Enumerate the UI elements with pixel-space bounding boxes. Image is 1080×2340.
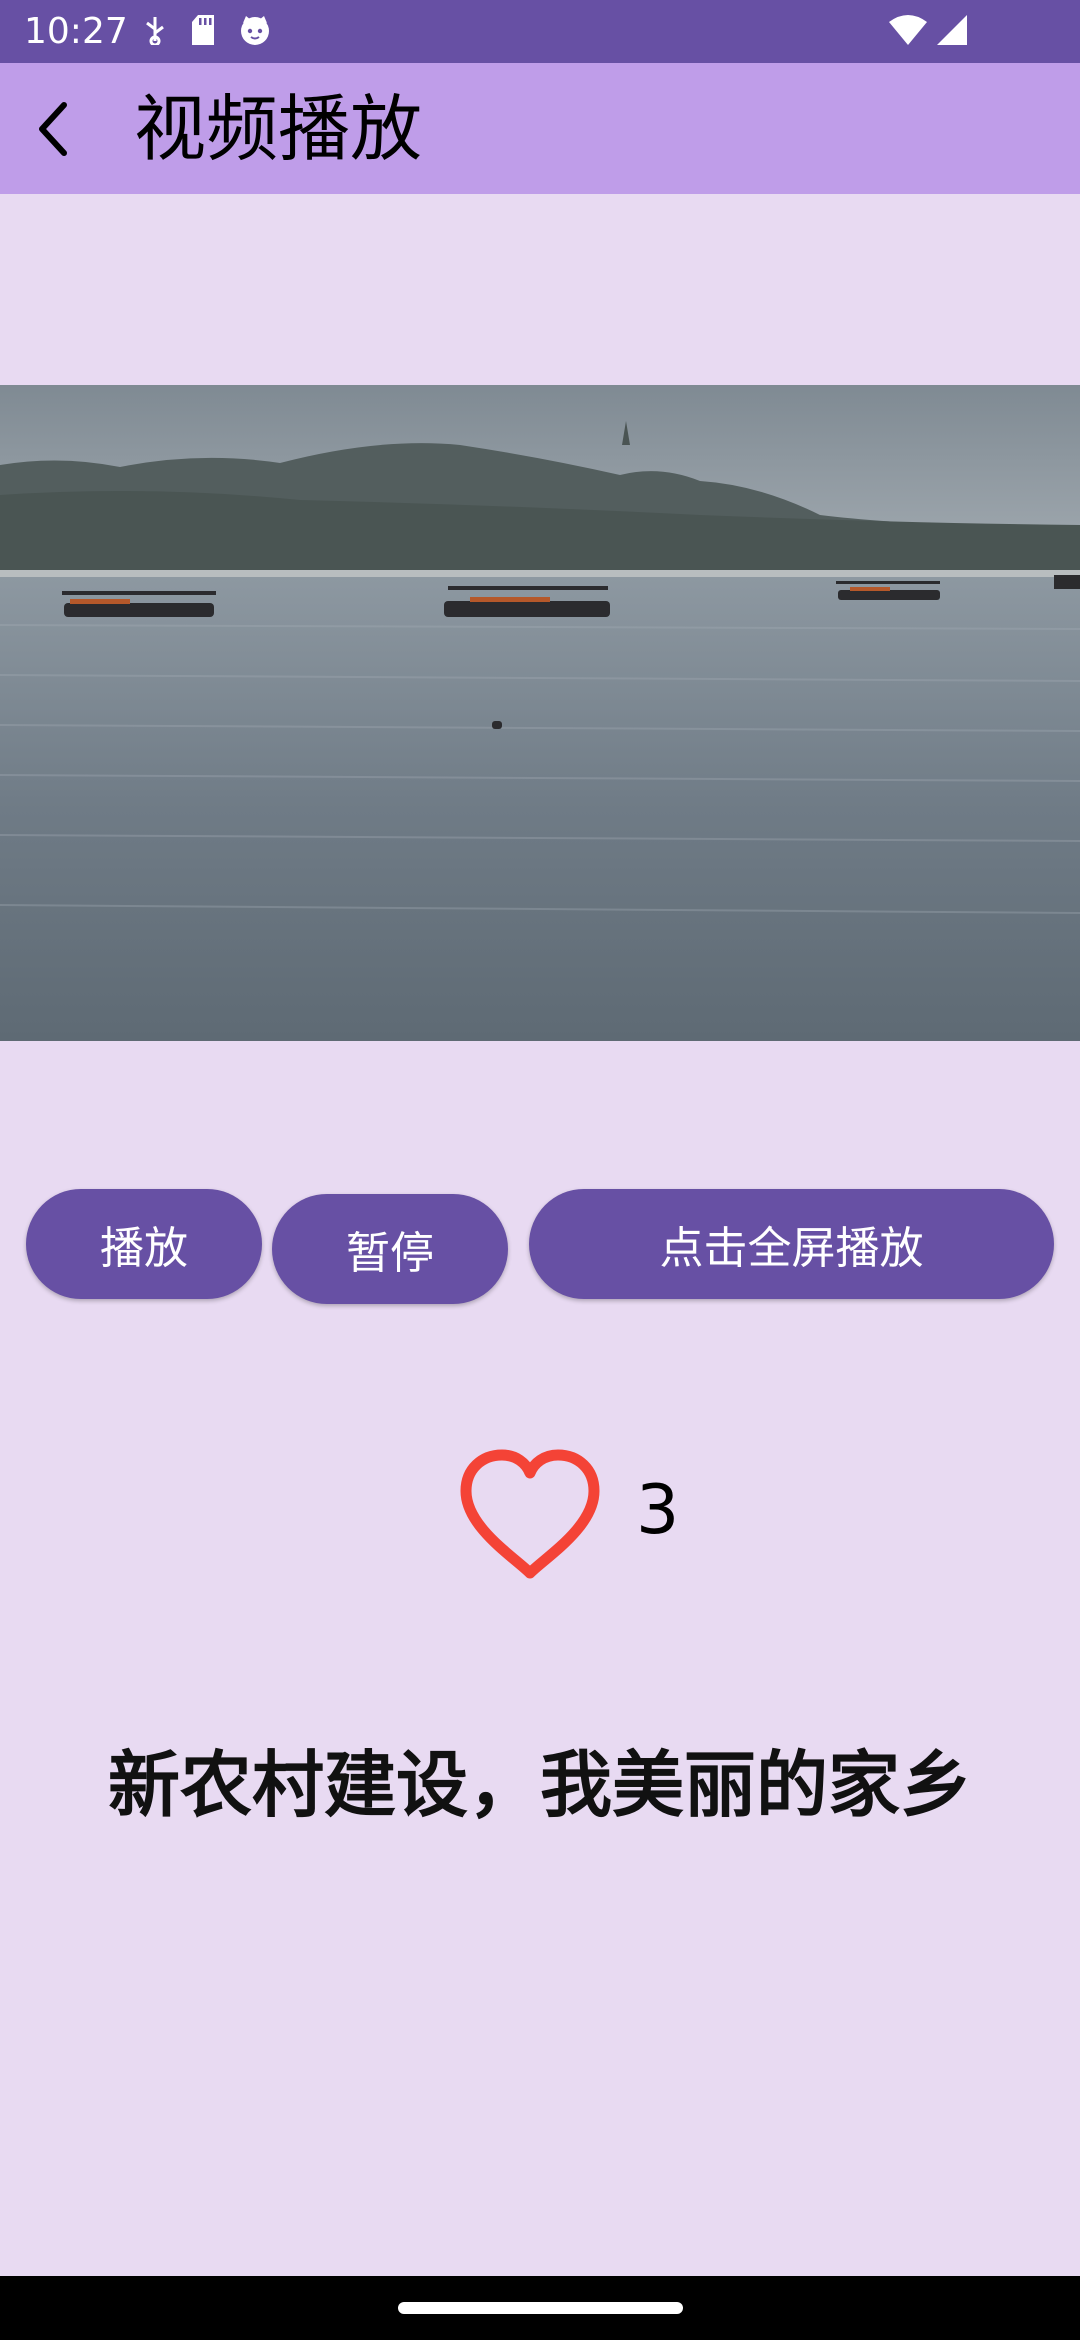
cat-notification-icon: [238, 14, 272, 46]
sd-card-icon: [190, 14, 216, 46]
like-count: 3: [636, 1471, 680, 1550]
back-button[interactable]: [18, 91, 94, 167]
home-indicator[interactable]: [398, 2302, 683, 2314]
wifi-icon: [888, 14, 928, 46]
status-bar: 10:27: [0, 0, 1080, 63]
play-button[interactable]: 播放: [26, 1189, 262, 1299]
status-icons-left: [142, 14, 272, 46]
status-icons-right: [888, 14, 968, 46]
page-title: 视频播放: [134, 87, 423, 171]
video-player[interactable]: [0, 385, 1080, 1041]
fullscreen-play-button[interactable]: 点击全屏播放: [529, 1189, 1054, 1299]
status-time: 10:27: [24, 11, 128, 52]
heart-outline-icon[interactable]: [456, 1447, 604, 1583]
article-title: 新农村建设，我美丽的家乡: [107, 1743, 972, 1827]
app-bar: 视频播放: [0, 63, 1080, 194]
video-frame: [0, 385, 1080, 1041]
like-row: 3: [456, 1447, 696, 1583]
arrow-back-icon: [18, 91, 94, 167]
cellular-signal-icon: [936, 14, 968, 46]
usb-debug-icon: [142, 15, 168, 45]
navigation-bar: [0, 2276, 1080, 2340]
pause-button[interactable]: 暂停: [272, 1194, 508, 1304]
